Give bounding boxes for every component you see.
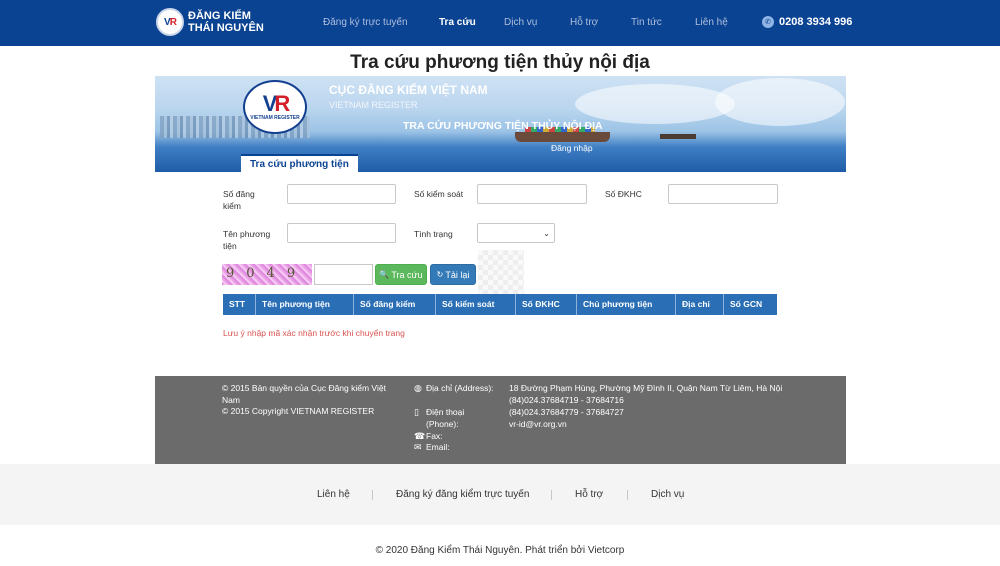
results-table-header: STT Tên phương tiện Số đăng kiểm Số kiểm… (223, 294, 777, 315)
reload-button[interactable]: ↻ Tải lại (430, 264, 476, 285)
address-label: Địa chỉ (Address): (426, 383, 494, 393)
link-divider (627, 490, 628, 500)
footer-info: © 2015 Bản quyền của Cục Đăng kiểm Việt … (155, 376, 846, 464)
banner-subtitle: TRA CỨU PHƯƠNG TIỆN THỦY NỘI ĐỊA (403, 120, 603, 132)
nav-dich-vu[interactable]: Dịch vụ (504, 17, 537, 28)
refresh-icon: ↻ (436, 270, 444, 279)
copyright-vn: © 2015 Bản quyền của Cục Đăng kiểm Việt … (222, 383, 386, 405)
footer-links-bar: Liên hệ Đăng ký đăng kiểm trực tuyến Hỗ … (0, 464, 1000, 525)
so-dkhc-input[interactable] (668, 184, 778, 204)
col-stt: STT (223, 294, 256, 315)
reload-button-label: Tải lại (445, 269, 470, 280)
captcha-image: 9049 (222, 264, 312, 285)
captcha-note: Lưu ý nhập mã xác nhận trước khi chuyển … (223, 328, 405, 338)
fax-value: (84)024.37684779 - 37684727 (509, 407, 624, 417)
nav-tin-tuc[interactable]: Tin tức (631, 17, 662, 28)
ten-phuong-tien-input[interactable] (287, 223, 396, 243)
top-navbar: VR ĐĂNG KIỂM THÁI NGUYÊN Đăng ký trực tu… (0, 0, 1000, 46)
so-kiem-soat-input[interactable] (477, 184, 587, 204)
login-link[interactable]: Đăng nhập (551, 143, 593, 153)
emblem-text: VIETNAM REGISTER (250, 115, 300, 121)
captcha-text: 9049 (226, 266, 308, 281)
search-icon: 🔍 (379, 270, 390, 279)
footer-link-lien-he[interactable]: Liên hệ (317, 489, 350, 500)
phone-number: 0208 3934 996 (779, 16, 853, 28)
cloud-shape (575, 84, 735, 124)
col-so-dang-kiem: Số đăng kiểm (354, 294, 436, 315)
cloud-shape (715, 78, 845, 126)
nav-ho-tro[interactable]: Hỗ trợ (570, 17, 598, 28)
footer-link-dang-ky[interactable]: Đăng ký đăng kiểm trực tuyến (396, 489, 529, 500)
globe-icon: ◍ (414, 383, 422, 393)
page-title: Tra cứu phương tiện thủy nội địa (350, 52, 650, 73)
ship-hull (515, 132, 610, 142)
link-divider (372, 490, 373, 500)
tinh-trang-select[interactable]: ⌄ (477, 223, 555, 243)
col-so-gcn: Số GCN (730, 299, 763, 309)
email-value[interactable]: vr-id@vr.org.vn (509, 418, 567, 430)
search-button[interactable]: 🔍 Tra cứu (375, 264, 427, 285)
mobile-icon: ▯ (414, 407, 419, 417)
banner-org-name-en: VIETNAM REGISTER (329, 100, 418, 110)
search-button-label: Tra cứu (391, 269, 423, 280)
link-divider (551, 490, 552, 500)
col-chu-phuong-tien: Chủ phương tiện (577, 294, 676, 315)
col-so-kiem-soat: Số kiểm soát (436, 294, 516, 315)
nav-dang-ky[interactable]: Đăng ký trực tuyến (323, 17, 408, 28)
footer-link-ho-tro[interactable]: Hỗ trợ (575, 489, 603, 500)
banner: VR VIETNAM REGISTER CỤC ĐĂNG KIỂM VIỆT N… (155, 76, 846, 172)
label-so-dkhc: Số ĐKHC (605, 189, 642, 199)
small-ship (660, 134, 696, 139)
envelope-icon: ✉ (414, 442, 422, 452)
banner-org-name: CỤC ĐĂNG KIỂM VIỆT NAM (329, 83, 488, 97)
label-so-kiem-soat: Số kiểm soát (414, 189, 464, 199)
copyright-en: © 2015 Copyright VIETNAM REGISTER (222, 406, 375, 416)
vietnam-register-emblem-icon: VR VIETNAM REGISTER (243, 80, 307, 134)
address-value: 18 Đường Phạm Hùng, Phường Mỹ Đình II, Q… (509, 383, 783, 393)
col-dia-chi: Địa chỉ (676, 294, 724, 315)
col-so-dkhc: Số ĐKHC (516, 294, 577, 315)
email-label: Email: (426, 442, 450, 452)
footer-link-dich-vu[interactable]: Dịch vụ (651, 489, 684, 500)
site-copyright: © 2020 Đăng Kiểm Thái Nguyên. Phát triển… (375, 545, 625, 556)
chevron-down-icon: ⌄ (543, 229, 550, 238)
phone-label: Điện thoại (Phone): (426, 407, 465, 429)
label-tinh-trang: Tình trạng (414, 229, 453, 239)
nav-lien-he[interactable]: Liên hệ (695, 17, 728, 28)
captcha-input[interactable] (314, 264, 373, 285)
label-so-dang-kiem: Số đăng kiểm (223, 189, 255, 211)
tab-tra-cuu-phuong-tien[interactable]: Tra cứu phương tiện (241, 154, 358, 172)
label-ten-phuong-tien: Tên phương tiện (223, 229, 271, 251)
nav-tra-cuu[interactable]: Tra cứu (439, 17, 476, 28)
phone-link[interactable]: ✆ 0208 3934 996 (762, 16, 852, 28)
col-ten-phuong-tien: Tên phương tiện (256, 294, 354, 315)
phone-icon: ✆ (762, 16, 774, 28)
so-dang-kiem-input[interactable] (287, 184, 396, 204)
phone-value: (84)024.37684719 - 37684716 (509, 395, 624, 405)
